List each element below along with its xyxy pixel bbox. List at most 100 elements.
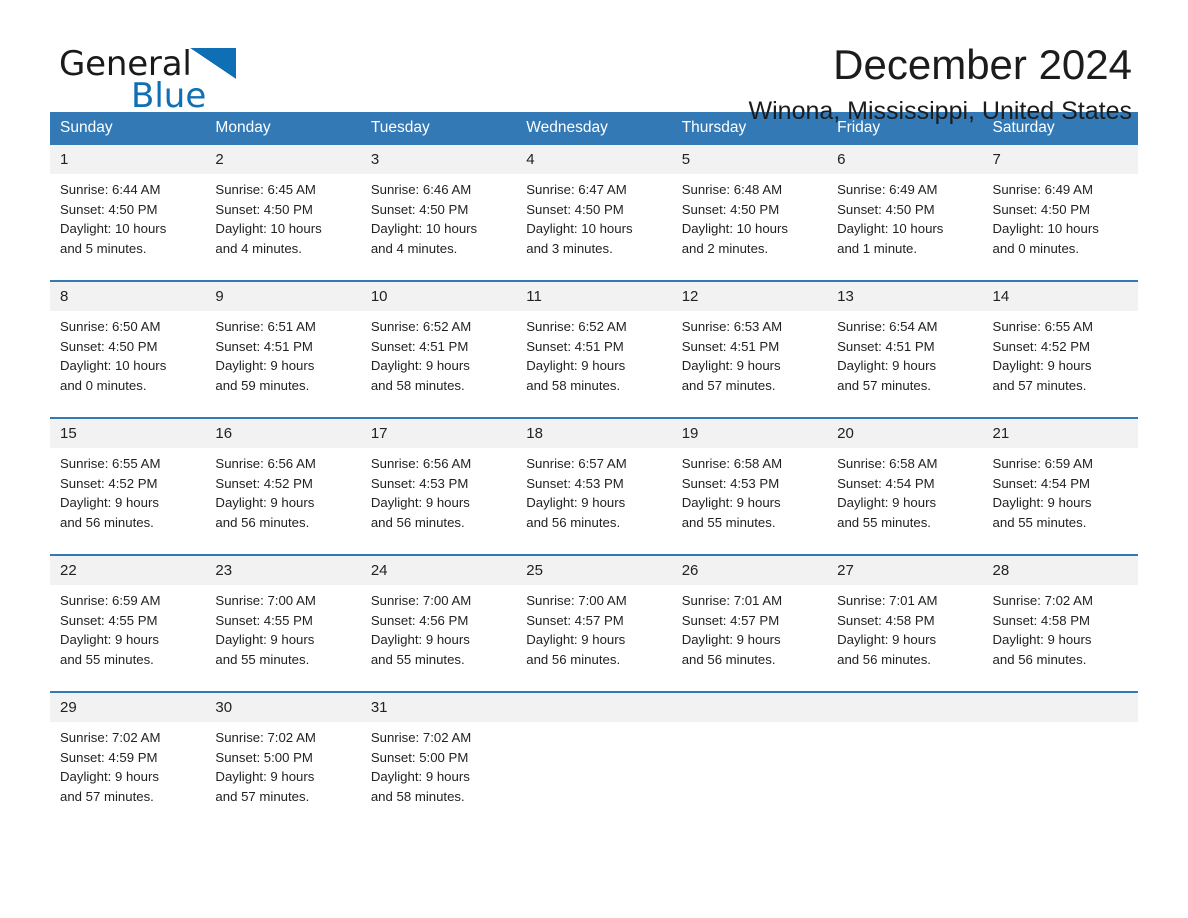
day-number: 2 xyxy=(205,145,361,174)
day-detail-sunrise: Sunrise: 7:01 AM xyxy=(837,593,938,608)
day-details: Sunrise: 6:59 AM Sunset: 4:54 PM Daylight:… xyxy=(983,448,1138,532)
day-detail-daylight-line1: Daylight: 9 hours xyxy=(992,495,1092,511)
day-detail-sunset: Sunset: 4:52 PM xyxy=(60,475,158,491)
day-cell-inner: 24 Sunrise: 7:00 AM Sunset: 4:56 PM Dayligh… xyxy=(360,556,517,669)
day-detail-sunset: Sunset: 4:54 PM xyxy=(837,475,935,491)
calendar-day-cell[interactable]: 5 Sunrise: 6:48 AM Sunset: 4:50 PM Daylight… xyxy=(671,145,828,258)
day-number: 22 xyxy=(50,556,206,585)
calendar-day-cell[interactable]: 21 Sunrise: 6:59 AM Sunset: 4:54 PM Dayligh… xyxy=(982,417,1138,532)
day-detail-daylight-line1: Daylight: 9 hours xyxy=(370,495,470,511)
day-detail-sunrise: Sunrise: 6:49 AM xyxy=(992,182,1093,197)
day-detail-daylight-line1: Daylight: 9 hours xyxy=(681,632,781,648)
day-detail-daylight-line2: and 0 minutes. xyxy=(992,240,1080,256)
day-detail-sunset: Sunset: 4:58 PM xyxy=(837,612,935,628)
calendar-day-cell[interactable]: 26 Sunrise: 7:01 AM Sunset: 4:57 PM Dayligh… xyxy=(671,554,828,669)
day-cell-inner xyxy=(671,693,828,806)
day-details: Sunrise: 7:00 AM Sunset: 4:57 PM Daylight:… xyxy=(516,585,671,669)
day-detail-daylight-line1: Daylight: 10 hours xyxy=(60,358,167,374)
day-detail-sunset: Sunset: 4:50 PM xyxy=(992,201,1091,217)
day-detail-daylight-line2: and 55 minutes. xyxy=(992,514,1087,530)
calendar-day-cell[interactable]: 14 Sunrise: 6:55 AM Sunset: 4:52 PM Dayligh… xyxy=(982,280,1138,395)
day-detail-daylight-line2: and 55 minutes. xyxy=(837,514,931,530)
calendar-day-cell[interactable]: 1 Sunrise: 6:44 AM Sunset: 4:50 PM Daylight… xyxy=(50,145,206,258)
calendar-day-cell[interactable]: 27 Sunrise: 7:01 AM Sunset: 4:58 PM Dayligh… xyxy=(827,554,983,669)
calendar-week-row: 22 Sunrise: 6:59 AM Sunset: 4:55 PM Dayligh… xyxy=(50,554,1138,669)
day-cell-inner: 30 Sunrise: 7:02 AM Sunset: 5:00 PM Dayligh… xyxy=(205,693,361,806)
calendar-day-cell[interactable]: 18 Sunrise: 6:57 AM Sunset: 4:53 PM Dayligh… xyxy=(516,417,672,532)
day-cell-inner: 27 Sunrise: 7:01 AM Sunset: 4:58 PM Dayligh… xyxy=(827,556,983,669)
day-number: 27 xyxy=(827,556,983,585)
calendar-day-cell[interactable]: 24 Sunrise: 7:00 AM Sunset: 4:56 PM Dayligh… xyxy=(360,554,517,669)
calendar-page: General Blue December 2024 Winona, Missi… xyxy=(0,0,1188,918)
day-detail-daylight-line1: Daylight: 10 hours xyxy=(837,221,944,237)
day-number: 19 xyxy=(671,419,828,448)
day-detail-sunset: Sunset: 4:53 PM xyxy=(526,475,624,491)
day-detail-daylight-line1: Daylight: 10 hours xyxy=(681,221,788,237)
day-detail-daylight-line1: Daylight: 9 hours xyxy=(370,769,470,785)
calendar-day-cell[interactable]: 29 Sunrise: 7:02 AM Sunset: 4:59 PM Dayligh… xyxy=(50,691,206,806)
day-detail-daylight-line2: and 58 minutes. xyxy=(370,788,465,804)
calendar-day-cell[interactable]: 28 Sunrise: 7:02 AM Sunset: 4:58 PM Dayligh… xyxy=(982,554,1138,669)
calendar-day-cell[interactable]: 17 Sunrise: 6:56 AM Sunset: 4:53 PM Dayligh… xyxy=(360,417,517,532)
calendar-day-cell[interactable]: 4 Sunrise: 6:47 AM Sunset: 4:50 PM Daylight… xyxy=(516,145,672,258)
day-number: 18 xyxy=(516,419,672,448)
day-detail-sunrise: Sunrise: 7:01 AM xyxy=(681,593,783,608)
calendar-day-cell[interactable]: 2 Sunrise: 6:45 AM Sunset: 4:50 PM Daylight… xyxy=(205,145,361,258)
calendar-day-cell[interactable]: 19 Sunrise: 6:58 AM Sunset: 4:53 PM Dayligh… xyxy=(671,417,828,532)
day-detail-sunset: Sunset: 4:50 PM xyxy=(837,201,935,217)
calendar-day-cell[interactable]: 31 Sunrise: 7:02 AM Sunset: 5:00 PM Dayligh… xyxy=(360,691,517,806)
day-detail-daylight-line1: Daylight: 9 hours xyxy=(681,495,781,511)
calendar-day-cell[interactable]: 30 Sunrise: 7:02 AM Sunset: 5:00 PM Dayligh… xyxy=(205,691,361,806)
day-cell-inner: 3 Sunrise: 6:46 AM Sunset: 4:50 PM Daylight… xyxy=(360,145,517,258)
calendar-day-cell[interactable]: 8 Sunrise: 6:50 AM Sunset: 4:50 PM Daylight… xyxy=(50,280,206,395)
day-number: 3 xyxy=(360,145,517,174)
day-detail-daylight-line1: Daylight: 9 hours xyxy=(526,632,626,648)
day-cell-inner: 23 Sunrise: 7:00 AM Sunset: 4:55 PM Dayligh… xyxy=(205,556,361,669)
calendar-empty-cell xyxy=(982,691,1138,806)
calendar-row-spacer-cell xyxy=(50,258,1138,281)
day-detail-daylight-line2: and 59 minutes. xyxy=(215,377,310,393)
calendar-day-cell[interactable]: 12 Sunrise: 6:53 AM Sunset: 4:51 PM Dayligh… xyxy=(671,280,828,395)
calendar-day-cell[interactable]: 11 Sunrise: 6:52 AM Sunset: 4:51 PM Dayligh… xyxy=(516,280,672,395)
day-details: Sunrise: 6:45 AM Sunset: 4:50 PM Daylight:… xyxy=(205,174,360,258)
day-number: 9 xyxy=(205,282,361,311)
day-cell-inner: 1 Sunrise: 6:44 AM Sunset: 4:50 PM Daylight… xyxy=(50,145,206,258)
calendar-day-cell[interactable]: 7 Sunrise: 6:49 AM Sunset: 4:50 PM Daylight… xyxy=(982,145,1138,258)
day-detail-daylight-line1: Daylight: 9 hours xyxy=(215,358,315,374)
calendar-day-cell[interactable]: 22 Sunrise: 6:59 AM Sunset: 4:55 PM Dayligh… xyxy=(50,554,206,669)
day-cell-inner: 31 Sunrise: 7:02 AM Sunset: 5:00 PM Dayligh… xyxy=(360,693,517,806)
calendar-day-cell[interactable]: 10 Sunrise: 6:52 AM Sunset: 4:51 PM Dayligh… xyxy=(360,280,517,395)
day-detail-daylight-line2: and 5 minutes. xyxy=(60,240,147,256)
calendar-day-cell[interactable]: 20 Sunrise: 6:58 AM Sunset: 4:54 PM Dayligh… xyxy=(827,417,983,532)
page-header: General Blue December 2024 Winona, Missi… xyxy=(50,0,1138,125)
calendar-day-cell[interactable]: 16 Sunrise: 6:56 AM Sunset: 4:52 PM Dayligh… xyxy=(205,417,361,532)
calendar-day-cell[interactable]: 25 Sunrise: 7:00 AM Sunset: 4:57 PM Dayligh… xyxy=(516,554,672,669)
day-detail-sunset: Sunset: 4:57 PM xyxy=(526,612,624,628)
day-cell-inner: 9 Sunrise: 6:51 AM Sunset: 4:51 PM Daylight… xyxy=(205,282,361,395)
day-detail-daylight-line1: Daylight: 9 hours xyxy=(60,769,159,785)
day-details: Sunrise: 6:51 AM Sunset: 4:51 PM Daylight:… xyxy=(205,311,360,395)
day-detail-sunrise: Sunrise: 7:02 AM xyxy=(370,730,472,745)
title-block: December 2024 Winona, Mississippi, Unite… xyxy=(749,40,1132,126)
day-detail-daylight-line2: and 56 minutes. xyxy=(992,651,1087,667)
day-cell-inner: 22 Sunrise: 6:59 AM Sunset: 4:55 PM Dayligh… xyxy=(50,556,206,669)
day-detail-sunset: Sunset: 4:57 PM xyxy=(681,612,780,628)
day-detail-sunrise: Sunrise: 7:02 AM xyxy=(215,730,316,745)
day-cell-inner: 18 Sunrise: 6:57 AM Sunset: 4:53 PM Dayligh… xyxy=(516,419,672,532)
calendar-day-cell[interactable]: 23 Sunrise: 7:00 AM Sunset: 4:55 PM Dayligh… xyxy=(205,554,361,669)
logo-triangle-icon xyxy=(189,48,236,79)
day-number: 10 xyxy=(360,282,517,311)
day-detail-daylight-line1: Daylight: 10 hours xyxy=(370,221,478,237)
calendar-day-cell[interactable]: 15 Sunrise: 6:55 AM Sunset: 4:52 PM Dayligh… xyxy=(50,417,206,532)
calendar-day-cell[interactable]: 3 Sunrise: 6:46 AM Sunset: 4:50 PM Daylight… xyxy=(360,145,517,258)
day-details: Sunrise: 7:02 AM Sunset: 5:00 PM Daylight:… xyxy=(205,722,360,806)
calendar-day-cell[interactable]: 6 Sunrise: 6:49 AM Sunset: 4:50 PM Daylight… xyxy=(827,145,983,258)
day-details: Sunrise: 6:58 AM Sunset: 4:53 PM Daylight:… xyxy=(672,448,827,532)
general-blue-logo[interactable]: General Blue xyxy=(59,47,236,114)
calendar-day-cell[interactable]: 9 Sunrise: 6:51 AM Sunset: 4:51 PM Daylight… xyxy=(205,280,361,395)
day-detail-sunrise: Sunrise: 6:59 AM xyxy=(60,593,161,608)
day-number: 31 xyxy=(360,693,517,722)
day-detail-sunset: Sunset: 4:59 PM xyxy=(60,749,158,765)
calendar-week-row: 8 Sunrise: 6:50 AM Sunset: 4:50 PM Daylight… xyxy=(50,280,1138,395)
calendar-day-cell[interactable]: 13 Sunrise: 6:54 AM Sunset: 4:51 PM Dayligh… xyxy=(827,280,983,395)
